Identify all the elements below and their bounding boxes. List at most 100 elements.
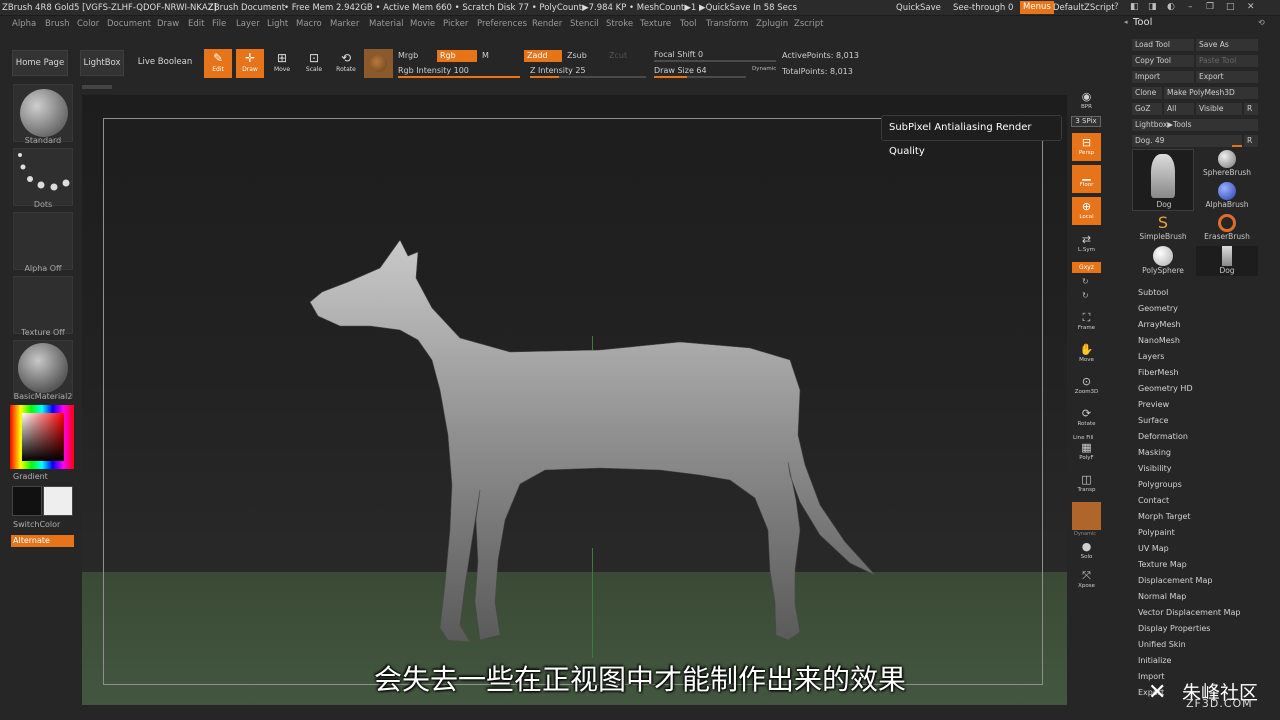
- menu-tool[interactable]: Tool: [680, 19, 697, 29]
- goz-r-button[interactable]: R: [1244, 103, 1258, 115]
- tool-collapse-icon[interactable]: ◂: [1124, 18, 1128, 26]
- local-button[interactable]: ⊕ Local: [1072, 197, 1101, 225]
- rgb-toggle[interactable]: Rgb: [437, 50, 477, 62]
- subpalette-subtool[interactable]: Subtool: [1138, 288, 1168, 297]
- polyf-button[interactable]: ▦ PolyF: [1072, 438, 1101, 466]
- mrgb-toggle[interactable]: Mrgb: [398, 51, 418, 60]
- layout2-icon[interactable]: ◨: [1148, 2, 1157, 12]
- subpalette-polygroups[interactable]: Polygroups: [1138, 480, 1182, 489]
- all-button[interactable]: All: [1164, 103, 1194, 115]
- subpalette-display-properties[interactable]: Display Properties: [1138, 624, 1210, 633]
- subpalette-contact[interactable]: Contact: [1138, 496, 1169, 505]
- ghost-button[interactable]: [1072, 502, 1101, 530]
- home-page-button[interactable]: Home Page: [12, 50, 68, 76]
- switchcolor-button[interactable]: SwitchColor: [13, 520, 60, 529]
- export-button[interactable]: Export: [1196, 71, 1258, 83]
- bpr-button[interactable]: ◉ BPR: [1072, 87, 1101, 115]
- subpalette-visibility[interactable]: Visibility: [1138, 464, 1172, 473]
- zsub-toggle[interactable]: Zsub: [567, 51, 587, 60]
- tool-cell-polysphere[interactable]: PolySphere: [1132, 246, 1194, 276]
- lightbox-button[interactable]: LightBox: [80, 50, 124, 76]
- subpalette-normal-map[interactable]: Normal Map: [1138, 592, 1186, 601]
- menu-material[interactable]: Material: [369, 19, 404, 29]
- xpose-button[interactable]: ⤧ Xpose: [1072, 566, 1101, 594]
- menu-preferences[interactable]: Preferences: [477, 19, 527, 29]
- subpalette-geometry[interactable]: Geometry: [1138, 304, 1178, 313]
- rotate-button[interactable]: ⟲ Rotate: [332, 49, 360, 78]
- visible-button[interactable]: Visible: [1196, 103, 1242, 115]
- zcut-toggle[interactable]: Zcut: [609, 51, 627, 60]
- brush-thumbnail[interactable]: [13, 84, 73, 142]
- tool-cell-spherebrush[interactable]: SphereBrush: [1196, 150, 1258, 180]
- close-icon[interactable]: ✕: [1247, 2, 1255, 12]
- lightbox-tools-button[interactable]: Lightbox▶Tools: [1132, 119, 1258, 131]
- stroke-thumbnail[interactable]: [13, 148, 73, 206]
- move-view-button[interactable]: ✋ Move: [1072, 340, 1101, 368]
- menu-zplugin[interactable]: Zplugin: [756, 19, 788, 29]
- subpalette-uv-map[interactable]: UV Map: [1138, 544, 1169, 553]
- layout-icon[interactable]: ◧: [1130, 2, 1139, 12]
- restore-icon[interactable]: ❐: [1206, 2, 1214, 12]
- material-swatch-icon[interactable]: [364, 49, 393, 78]
- save-as-button[interactable]: Save As: [1196, 39, 1258, 51]
- menu-brush[interactable]: Brush: [45, 19, 70, 29]
- texture-thumbnail[interactable]: [13, 276, 73, 334]
- quicksave-button[interactable]: QuickSave: [896, 3, 941, 13]
- see-through-slider[interactable]: See-through 0: [953, 3, 1013, 13]
- make-polymesh-button[interactable]: Make PolyMesh3D: [1164, 87, 1258, 99]
- subpalette-fibermesh[interactable]: FiberMesh: [1138, 368, 1179, 377]
- zoom3d-button[interactable]: ⊙ Zoom3D: [1072, 372, 1101, 400]
- z-intensity-slider[interactable]: [530, 76, 646, 78]
- material-thumbnail[interactable]: [13, 340, 73, 398]
- subpalette-arraymesh[interactable]: ArrayMesh: [1138, 320, 1181, 329]
- subpalette-unified-skin[interactable]: Unified Skin: [1138, 640, 1186, 649]
- tool-cell-alphabrush[interactable]: AlphaBrush: [1196, 182, 1258, 212]
- rotate-view-button[interactable]: ⟳ Rotate: [1072, 404, 1101, 432]
- clone-button[interactable]: Clone: [1132, 87, 1162, 99]
- subpalette-vector-displacement-map[interactable]: Vector Displacement Map: [1138, 608, 1240, 617]
- menu-render[interactable]: Render: [532, 19, 562, 29]
- spix-slider[interactable]: 3 SPix: [1071, 116, 1101, 127]
- transp-button[interactable]: ◫ Transp: [1072, 470, 1101, 498]
- frame-button[interactable]: ⛶ Frame: [1072, 308, 1101, 336]
- persp-button[interactable]: ⊟ Persp: [1072, 133, 1101, 161]
- copy-tool-button[interactable]: Copy Tool: [1132, 55, 1194, 67]
- import-button[interactable]: Import: [1132, 71, 1194, 83]
- xyz-button[interactable]: Gxyz: [1072, 262, 1101, 273]
- menu-edit[interactable]: Edit: [188, 19, 204, 29]
- menu-stencil[interactable]: Stencil: [570, 19, 599, 29]
- menus-button[interactable]: Menus: [1020, 1, 1054, 14]
- focal-shift-slider[interactable]: [654, 60, 776, 62]
- draw-button[interactable]: ✛ Draw: [236, 49, 264, 78]
- subpalette-deformation[interactable]: Deformation: [1138, 432, 1188, 441]
- canvas-scroll-handle[interactable]: [82, 85, 112, 89]
- secondary-color[interactable]: [12, 486, 42, 516]
- load-tool-button[interactable]: Load Tool: [1132, 39, 1194, 51]
- subpalette-layers[interactable]: Layers: [1138, 352, 1164, 361]
- tool-panel-close-icon[interactable]: ⟲: [1258, 18, 1265, 27]
- menu-draw[interactable]: Draw: [157, 19, 179, 29]
- m-toggle[interactable]: M: [482, 51, 489, 60]
- subpalette-polypaint[interactable]: Polypaint: [1138, 528, 1175, 537]
- subpalette-displacement-map[interactable]: Displacement Map: [1138, 576, 1212, 585]
- palette-icon[interactable]: ◐: [1167, 2, 1175, 12]
- menu-zscript[interactable]: Zscript: [794, 19, 824, 29]
- scale-button[interactable]: ⊡ Scale: [300, 49, 328, 78]
- rotate-y-icon[interactable]: ↻: [1082, 277, 1089, 286]
- tool-cell-eraserbrush[interactable]: EraserBrush: [1196, 214, 1258, 244]
- goz-button[interactable]: GoZ: [1132, 103, 1162, 115]
- tool-cell-dog-active[interactable]: Dog: [1132, 149, 1194, 211]
- tool-cell-simplebrush[interactable]: S SimpleBrush: [1132, 214, 1194, 244]
- draw-size-slider[interactable]: [654, 76, 746, 78]
- move-button[interactable]: ⊞ Move: [268, 49, 296, 78]
- default-zscript[interactable]: DefaultZScript: [1053, 3, 1115, 13]
- current-tool-slider-thumb[interactable]: [1232, 145, 1242, 147]
- subpalette-morph-target[interactable]: Morph Target: [1138, 512, 1191, 521]
- menu-macro[interactable]: Macro: [296, 19, 322, 29]
- subpalette-masking[interactable]: Masking: [1138, 448, 1171, 457]
- current-tool-slider[interactable]: Dog. 49: [1132, 135, 1242, 147]
- subpalette-texture-map[interactable]: Texture Map: [1138, 560, 1187, 569]
- help-icon[interactable]: ?: [1114, 2, 1119, 12]
- menu-color[interactable]: Color: [77, 19, 99, 29]
- edit-button[interactable]: ✎ Edit: [204, 49, 232, 78]
